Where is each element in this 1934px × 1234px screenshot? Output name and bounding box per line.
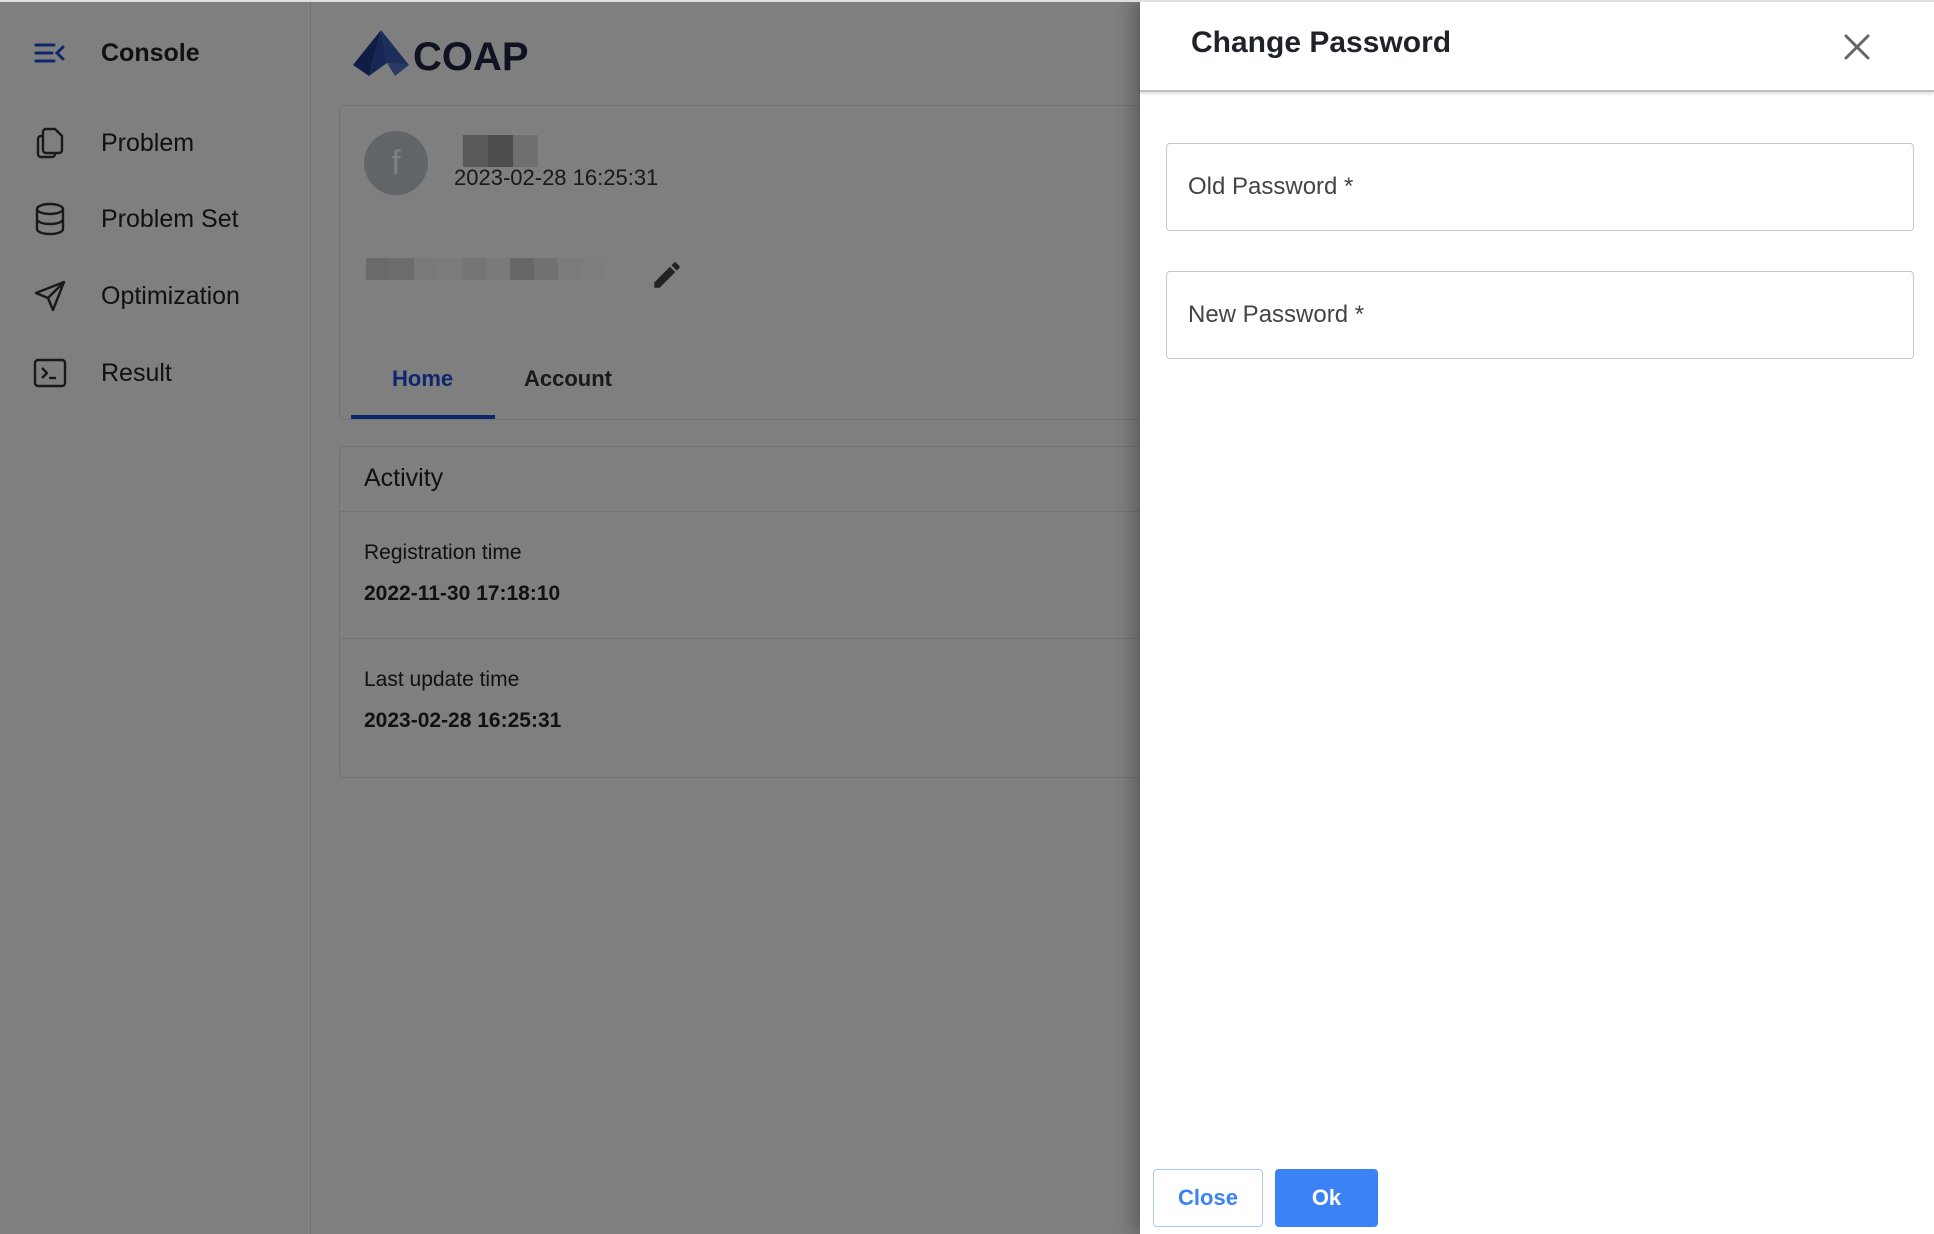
top-strip <box>0 0 1934 2</box>
ok-button[interactable]: Ok <box>1275 1169 1378 1227</box>
close-button[interactable]: Close <box>1153 1169 1263 1227</box>
drawer-title: Change Password <box>1191 26 1452 59</box>
drawer-header: Change Password <box>1140 0 1934 92</box>
new-password-field[interactable]: New Password * <box>1166 271 1914 359</box>
change-password-drawer: Change Password Old Password * New Passw… <box>1140 0 1934 1234</box>
old-password-input[interactable] <box>1167 144 1913 230</box>
old-password-field[interactable]: Old Password * <box>1166 143 1914 231</box>
close-icon[interactable] <box>1840 30 1874 64</box>
new-password-input[interactable] <box>1167 272 1913 358</box>
